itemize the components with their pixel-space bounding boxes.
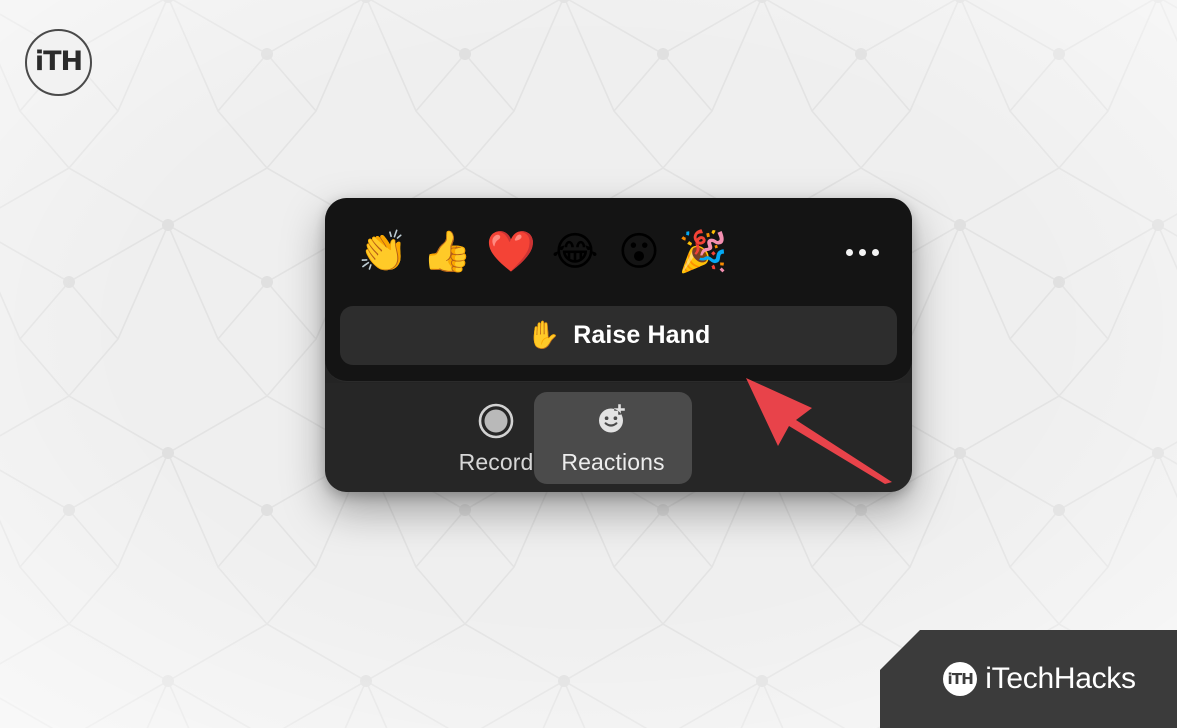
clapping-hands-emoji[interactable]: 👏 — [351, 220, 415, 284]
face-with-tears-of-joy-emoji[interactable]: 😂 — [543, 220, 607, 284]
more-dot — [858, 248, 866, 256]
screenshot-stage: iTH 👏 👍 ❤️ 😂 😮 🎉 ✋ Raise Hand Record Rea… — [0, 0, 1177, 728]
smiley-plus-icon — [593, 401, 633, 441]
watermark-logo-icon: iTH — [943, 662, 978, 696]
red-heart-emoji[interactable]: ❤️ — [479, 220, 543, 284]
watermark-text: iTechHacks — [985, 662, 1136, 695]
meeting-control-panel: 👏 👍 ❤️ 😂 😮 🎉 ✋ Raise Hand Record Reactio… — [325, 198, 912, 492]
reactions-button[interactable]: Reactions — [534, 392, 692, 484]
meeting-toolbar: Record Reactions n — [325, 383, 912, 492]
reactions-label: Reactions — [561, 448, 665, 475]
thumbs-up-emoji[interactable]: 👍 — [415, 220, 479, 284]
more-options-icon[interactable] — [834, 224, 890, 280]
ith-circle-logo: iTH — [25, 29, 92, 96]
record-label: Record — [458, 448, 534, 475]
reactions-popup: 👏 👍 ❤️ 😂 😮 🎉 ✋ Raise Hand — [325, 198, 912, 382]
ith-logo-mark: iTH — [34, 46, 83, 77]
face-with-open-mouth-emoji[interactable]: 😮 — [607, 220, 671, 284]
more-dot — [845, 248, 853, 256]
raise-hand-button[interactable]: ✋ Raise Hand — [340, 306, 897, 365]
record-circle-icon — [476, 401, 516, 441]
itechhacks-watermark: iTH iTechHacks — [880, 630, 1177, 728]
party-popper-emoji[interactable]: 🎉 — [671, 220, 735, 284]
emoji-reaction-row: 👏 👍 ❤️ 😂 😮 🎉 — [325, 198, 912, 306]
more-dot — [871, 248, 879, 256]
raised-hand-icon: ✋ — [526, 320, 561, 351]
raise-hand-label: Raise Hand — [573, 321, 711, 349]
watermark-logo-mark: iTH — [947, 669, 974, 688]
